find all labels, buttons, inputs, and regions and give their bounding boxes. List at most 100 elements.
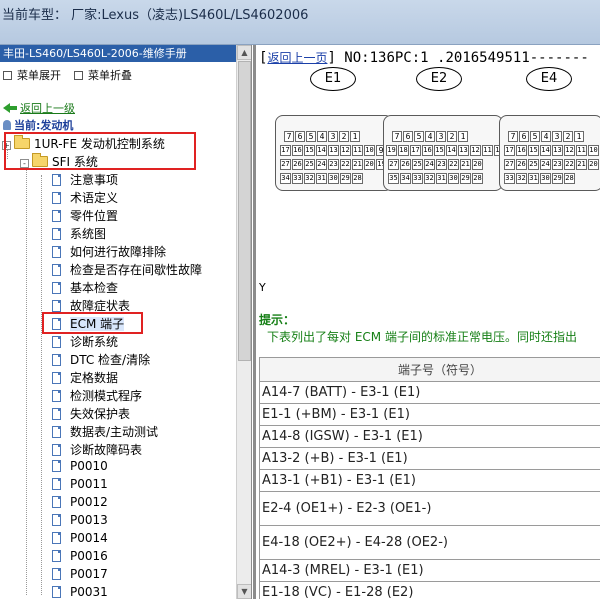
connector-pin: 33 <box>292 173 303 184</box>
connector-pin: 13 <box>458 145 469 156</box>
pin-row: 27262524232221201918 <box>280 159 400 170</box>
tree-item-label: P0010 <box>70 459 108 473</box>
connector-pin: 26 <box>292 159 303 170</box>
tree-item[interactable]: 零件位置 <box>52 207 118 224</box>
tree-item[interactable]: P0012 <box>52 495 108 509</box>
connector-pin: 4 <box>317 131 327 142</box>
table-cell-terminal: A13-2 (+B) - E3-1 (E1) <box>259 447 600 470</box>
back-link-row[interactable]: 返回上一级 <box>3 100 75 116</box>
tree-item[interactable]: 定格数据 <box>52 369 118 386</box>
table-row: E2-4 (OE1+) - E2-3 (OE1-) <box>259 491 600 526</box>
tree-item[interactable]: 术语定义 <box>52 189 118 206</box>
back-page-link[interactable]: 返回上一页 <box>267 51 327 65</box>
connector-pin: 24 <box>316 159 327 170</box>
connector-pin: 28 <box>564 173 575 184</box>
table-cell-terminal: E1-1 (+BM) - E3-1 (E1) <box>259 403 600 426</box>
connector-pin: 30 <box>540 173 551 184</box>
connector-pin: 14 <box>316 145 327 156</box>
pin-row: 27262524232221201918 <box>504 159 600 170</box>
connector-pin: 3 <box>328 131 338 142</box>
back-link[interactable]: 返回上一级 <box>20 102 75 115</box>
tree-item-label: P0011 <box>70 477 108 491</box>
document-icon <box>52 228 61 240</box>
document-icon <box>52 354 61 366</box>
connector-pin: 11 <box>482 145 493 156</box>
connector-pin: 2 <box>563 131 573 142</box>
tree-item[interactable]: 如何进行故障排除 <box>52 243 166 260</box>
connector-pin: 13 <box>552 145 563 156</box>
tree-item[interactable]: P0010 <box>52 459 108 473</box>
connector-pin: 15 <box>304 145 315 156</box>
table-cell-terminal: E4-18 (OE2+) - E4-28 (OE2-) <box>259 525 600 560</box>
expand-all-button[interactable]: 菜单展开 <box>3 67 61 83</box>
scrollbar-thumb[interactable] <box>238 61 251 361</box>
tree-item-label: P0016 <box>70 549 108 563</box>
scroll-down-icon[interactable]: ▼ <box>237 584 251 599</box>
pin-row: 35 34 33 32 31 30 29 28 <box>388 173 484 184</box>
table-row: A14-3 (MREL) - E3-1 (E1) <box>259 559 600 582</box>
table-row: E1-1 (+BM) - E3-1 (E1) <box>259 403 600 426</box>
collapse-all-icon <box>74 71 83 80</box>
connector-pin: 17 <box>410 145 421 156</box>
tree-item[interactable]: 检测模式程序 <box>52 387 142 404</box>
table-cell-terminal: A13-1 (+B1) - E3-1 (E1) <box>259 469 600 492</box>
tree-item[interactable]: 系统图 <box>52 225 106 242</box>
tree-item-label: 系统图 <box>70 227 107 241</box>
document-icon <box>52 210 61 222</box>
tree-item[interactable]: 注意事项 <box>52 171 118 188</box>
tree-item[interactable]: P0017 <box>52 567 108 581</box>
document-icon <box>52 300 61 312</box>
panel-splitter[interactable] <box>253 45 256 599</box>
connector-pin: 33 <box>504 173 515 184</box>
tree-item[interactable]: 诊断故障码表 <box>52 441 142 458</box>
document-icon <box>52 426 61 438</box>
connector-pin: 33 <box>412 173 423 184</box>
document-icon <box>52 282 61 294</box>
tree-item[interactable]: DTC 检查/清除 <box>52 351 150 368</box>
current-location-label: 当前:发动机 <box>14 119 74 132</box>
connector-pin: 7 <box>284 131 294 142</box>
connector-pin: 14 <box>446 145 457 156</box>
tree-item-label: 检查是否存在间歇性故障 <box>70 263 203 277</box>
connector-pin: 35 <box>388 173 399 184</box>
pin-row: 171615141312111098 <box>504 145 600 156</box>
scroll-up-icon[interactable]: ▲ <box>237 45 251 60</box>
document-icon <box>52 496 61 508</box>
connector-pin: 10 <box>364 145 375 156</box>
tree-item[interactable]: P0013 <box>52 513 108 527</box>
connector-pin: 7 <box>392 131 402 142</box>
y-label: Y <box>259 281 266 294</box>
document-icon <box>52 478 61 490</box>
connector-pin: 5 <box>414 131 424 142</box>
tree-item[interactable]: 数据表/主动测试 <box>52 423 158 440</box>
tree-item[interactable]: 基本检查 <box>52 279 118 296</box>
document-icon <box>52 372 61 384</box>
connector-pin: 21 <box>352 159 363 170</box>
collapse-all-button[interactable]: 菜单折叠 <box>74 67 132 83</box>
tree-item[interactable]: P0031 <box>52 585 108 599</box>
table-cell-terminal: E2-4 (OE1+) - E2-3 (OE1-) <box>259 491 600 526</box>
collapse-all-label: 菜单折叠 <box>88 69 132 82</box>
tree-item-label: 如何进行故障排除 <box>70 245 167 259</box>
left-nav-panel: 丰田-LS460/LS460L-2006-维修手册 菜单展开 菜单折叠 返回上一… <box>0 45 252 599</box>
connector-pin: 16 <box>292 145 303 156</box>
connector-label-e4: E4 <box>526 67 572 91</box>
connector-pin: 31 <box>316 173 327 184</box>
tree-item[interactable]: P0011 <box>52 477 108 491</box>
tree-item[interactable]: 失效保护表 <box>52 405 130 422</box>
left-panel-scrollbar[interactable]: ▲ ▼ <box>236 45 251 599</box>
tree-item[interactable]: 诊断系统 <box>52 333 118 350</box>
document-icon <box>52 174 61 186</box>
connector-pin: 31 <box>528 173 539 184</box>
pin-row: 7654321 <box>284 131 361 142</box>
tree-item[interactable]: 检查是否存在间歇性故障 <box>52 261 202 278</box>
hint-title: 提示： <box>259 313 296 327</box>
tree-item[interactable]: P0016 <box>52 549 108 563</box>
document-reference: ] NO:136PC:1 .2016549511------- <box>327 50 589 66</box>
table-row: A14-7 (BATT) - E3-1 (E1) <box>259 381 600 404</box>
tree-item[interactable]: P0014 <box>52 531 108 545</box>
tree-item-label: DTC 检查/清除 <box>70 353 151 367</box>
connector-pin: 5 <box>306 131 316 142</box>
connector-pin: 19 <box>386 145 397 156</box>
document-icon <box>52 568 61 580</box>
